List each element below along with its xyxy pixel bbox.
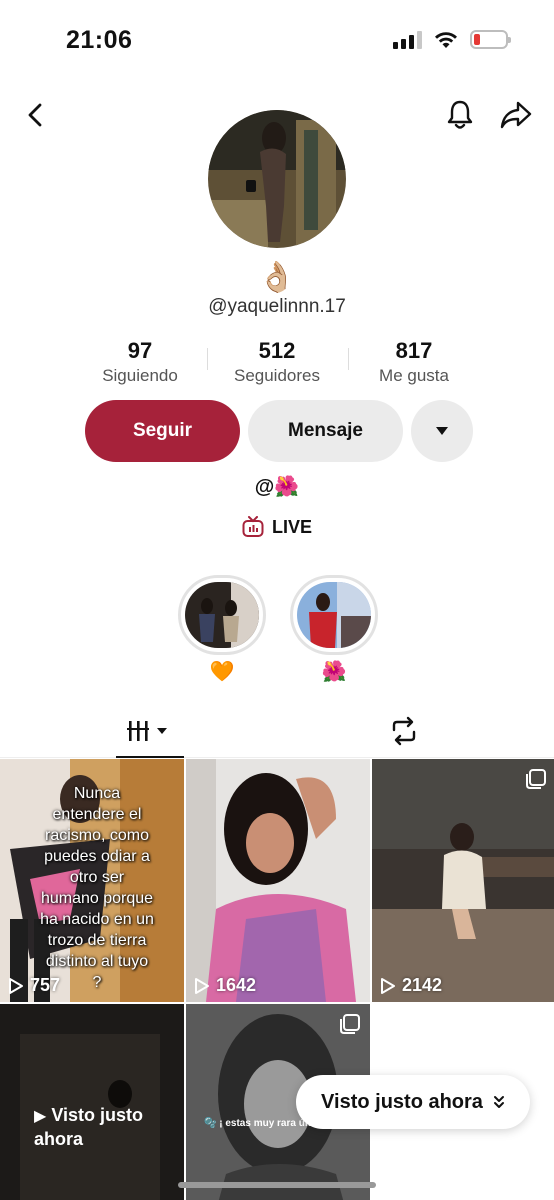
video-thumbnail[interactable]: ▶ Visto justo ahora (0, 1004, 184, 1200)
highlight-emoji: 🧡 (209, 661, 235, 683)
view-count: 1642 (216, 975, 257, 995)
wifi-icon (435, 31, 457, 48)
live-tv-icon (242, 516, 264, 537)
highlight-thumbnail (185, 582, 259, 648)
status-bar: 21:06 (0, 0, 554, 80)
followers-count: 512 (258, 338, 296, 363)
highlight-thumbnail (297, 582, 371, 648)
stat-likes[interactable]: 817 Me gusta (354, 338, 474, 386)
video-thumbnail[interactable]: Nunca entendere el racismo, como puedes … (0, 759, 184, 1002)
live-label: LIVE (271, 516, 312, 537)
tab-reposts[interactable] (378, 704, 430, 758)
likes-count: 817 (395, 338, 433, 363)
view-count: 757 (30, 975, 61, 995)
more-options-button[interactable] (411, 400, 473, 462)
multi-photo-icon (526, 769, 546, 789)
message-button[interactable]: Mensaje (248, 400, 403, 462)
likes-label: Me gusta (379, 366, 449, 385)
home-indicator[interactable] (178, 1182, 376, 1188)
video-views: 1642 (194, 975, 256, 996)
following-label: Siguiendo (102, 366, 178, 385)
profile-bio: @🌺 (254, 476, 300, 498)
seen-now-toast[interactable]: Visto justo ahora (296, 1075, 530, 1129)
profile-tabs (0, 704, 554, 758)
play-icon (9, 977, 23, 994)
live-link[interactable]: LIVE (0, 516, 554, 538)
double-chevron-down-icon (493, 1096, 504, 1108)
video-thumbnail[interactable]: 2142 (372, 759, 554, 1002)
share-icon[interactable] (494, 90, 538, 140)
following-count: 97 (127, 338, 153, 363)
username: @yaquelinnn.17 (208, 296, 346, 317)
video-thumbnail[interactable]: 1642 (186, 759, 370, 1002)
multi-photo-icon (340, 1014, 360, 1034)
back-icon[interactable] (14, 90, 58, 140)
video-views: 757 (8, 975, 60, 996)
profile-stats: 97 Siguiendo 512 Seguidores 817 Me gusta (80, 338, 474, 386)
signal-icon (393, 30, 422, 49)
toast-label: Visto justo ahora (321, 1090, 483, 1113)
repost-icon (392, 716, 416, 746)
play-icon (195, 977, 209, 994)
stat-divider (348, 348, 349, 370)
video-grid: Nunca entendere el racismo, como puedes … (0, 759, 554, 1200)
active-tab-indicator (116, 756, 184, 758)
videos-grid-icon (127, 721, 167, 741)
video-caption: Nunca entendere el racismo, como puedes … (40, 785, 154, 991)
story-highlights: 🧡 🌺 (178, 575, 378, 684)
profile-emoji: 👌🏼 (258, 261, 296, 294)
video-views: 2142 (380, 975, 442, 996)
status-icons (393, 30, 511, 49)
follow-button[interactable]: Seguir (85, 400, 240, 462)
followers-label: Seguidores (233, 366, 320, 385)
stat-followers[interactable]: 512 Seguidores (217, 338, 337, 386)
view-count: 2142 (402, 975, 443, 995)
highlight-emoji: 🌺 (321, 661, 347, 683)
play-triangle-icon: ▶ (34, 1108, 47, 1125)
profile-avatar[interactable] (208, 110, 346, 248)
seen-now-label: ▶ Visto justo ahora (34, 1104, 184, 1150)
battery-low-icon (470, 30, 511, 49)
play-icon (381, 977, 395, 994)
profile-actions: Seguir Mensaje (85, 400, 473, 462)
status-time: 21:06 (66, 26, 133, 54)
highlight-item[interactable]: 🌺 (290, 575, 378, 684)
stat-divider (207, 348, 208, 370)
seen-now-text: Visto justo ahora (34, 1105, 144, 1149)
tab-videos[interactable] (116, 704, 184, 758)
bell-icon[interactable] (438, 90, 482, 140)
stat-following[interactable]: 97 Siguiendo (80, 338, 200, 386)
highlight-item[interactable]: 🧡 (178, 575, 266, 684)
caret-down-icon (436, 427, 448, 435)
